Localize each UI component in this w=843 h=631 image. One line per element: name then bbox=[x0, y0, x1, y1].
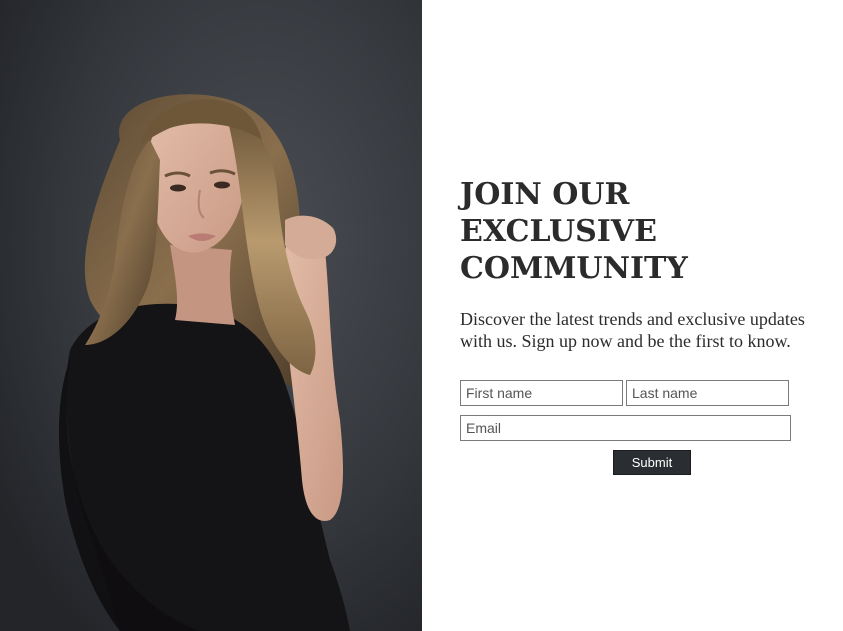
signup-panel: JOIN OUR EXCLUSIVE COMMUNITY Discover th… bbox=[460, 0, 830, 631]
last-name-field[interactable] bbox=[626, 380, 789, 406]
signup-page: JOIN OUR EXCLUSIVE COMMUNITY Discover th… bbox=[0, 0, 843, 631]
signup-headline: JOIN OUR EXCLUSIVE COMMUNITY bbox=[460, 176, 688, 287]
headline-line-2: EXCLUSIVE bbox=[460, 214, 657, 249]
description-line-2: with us. Sign up now and be the first to… bbox=[460, 331, 791, 351]
headline-line-1: JOIN OUR bbox=[460, 177, 630, 212]
neck bbox=[170, 245, 235, 325]
hero-photo bbox=[0, 0, 422, 631]
headline-line-3: COMMUNITY bbox=[460, 251, 688, 286]
email-field[interactable] bbox=[460, 415, 791, 441]
submit-button[interactable]: Submit bbox=[613, 450, 691, 475]
eye-right bbox=[214, 181, 230, 189]
portrait-illustration bbox=[0, 0, 422, 631]
eye-left bbox=[170, 184, 186, 192]
first-name-field[interactable] bbox=[460, 380, 623, 406]
signup-description: Discover the latest trends and exclusive… bbox=[460, 308, 828, 352]
description-line-1: Discover the latest trends and exclusive… bbox=[460, 309, 805, 329]
